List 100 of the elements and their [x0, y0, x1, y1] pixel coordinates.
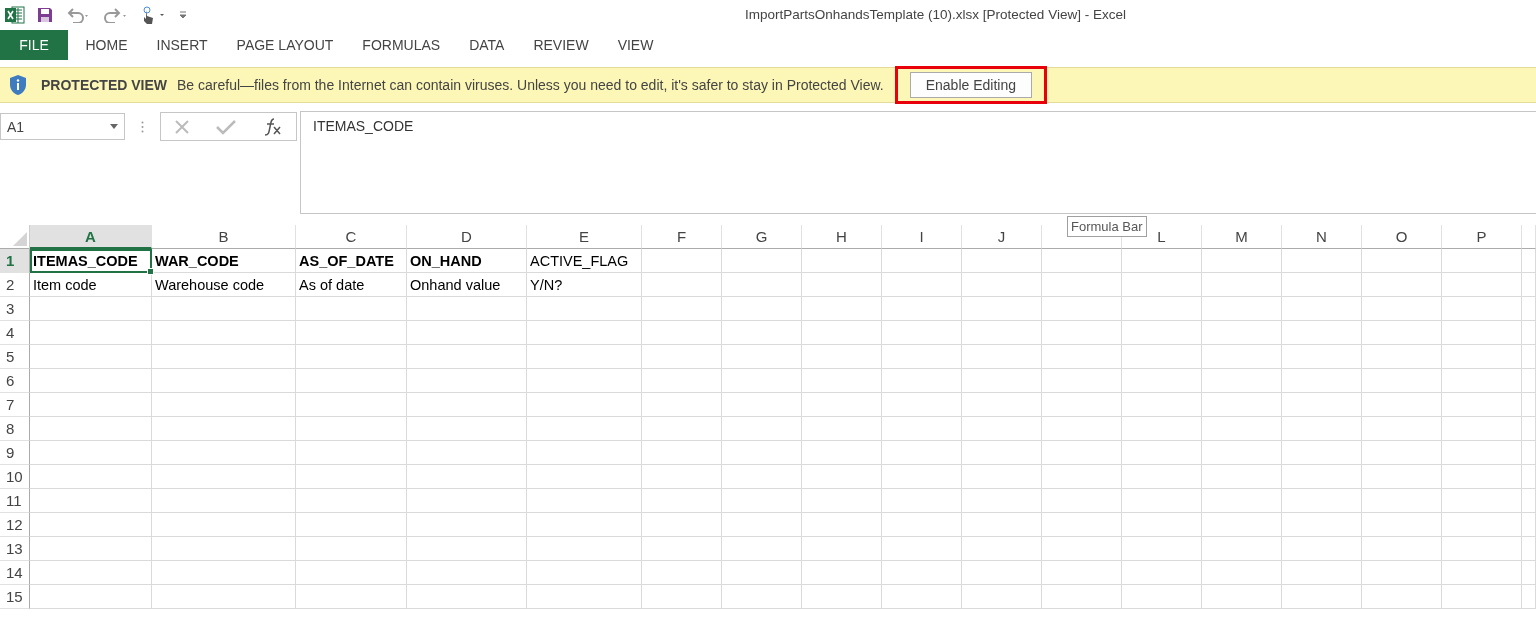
table-cell[interactable] [152, 513, 296, 537]
table-cell[interactable] [30, 561, 152, 585]
row-header[interactable]: 6 [0, 369, 30, 393]
table-cell[interactable] [1122, 417, 1202, 441]
table-cell[interactable] [882, 297, 962, 321]
table-cell[interactable] [802, 345, 882, 369]
table-cell[interactable] [722, 297, 802, 321]
column-header[interactable]: C [296, 225, 407, 249]
table-cell[interactable] [1282, 393, 1362, 417]
table-cell[interactable] [152, 561, 296, 585]
table-cell[interactable] [527, 297, 642, 321]
table-cell[interactable]: ON_HAND [407, 249, 527, 273]
table-cell[interactable] [407, 321, 527, 345]
table-cell[interactable] [1442, 273, 1522, 297]
table-cell[interactable] [802, 537, 882, 561]
table-cell[interactable] [1442, 393, 1522, 417]
table-cell[interactable] [1122, 489, 1202, 513]
table-cell[interactable] [1442, 249, 1522, 273]
table-cell[interactable] [1042, 393, 1122, 417]
table-cell[interactable] [1122, 537, 1202, 561]
undo-icon[interactable] [65, 7, 91, 23]
table-cell[interactable] [1042, 369, 1122, 393]
table-cell[interactable] [802, 273, 882, 297]
table-cell[interactable] [1522, 537, 1536, 561]
table-cell[interactable] [296, 537, 407, 561]
table-cell[interactable] [1282, 537, 1362, 561]
table-cell[interactable] [962, 465, 1042, 489]
table-cell[interactable] [882, 441, 962, 465]
table-cell[interactable] [527, 393, 642, 417]
table-cell[interactable] [407, 393, 527, 417]
table-cell[interactable] [407, 489, 527, 513]
column-header[interactable]: J [962, 225, 1042, 249]
table-cell[interactable] [407, 441, 527, 465]
table-cell[interactable] [30, 345, 152, 369]
table-cell[interactable] [1202, 369, 1282, 393]
table-cell[interactable] [1202, 465, 1282, 489]
table-cell[interactable] [962, 561, 1042, 585]
dropdown-caret-icon[interactable] [110, 124, 118, 129]
table-cell[interactable] [1522, 489, 1536, 513]
table-cell[interactable] [1202, 273, 1282, 297]
table-cell[interactable] [1202, 297, 1282, 321]
table-cell[interactable]: As of date [296, 273, 407, 297]
table-cell[interactable] [1282, 417, 1362, 441]
table-cell[interactable] [296, 489, 407, 513]
table-cell[interactable] [527, 345, 642, 369]
table-cell[interactable] [1442, 537, 1522, 561]
column-header[interactable]: G [722, 225, 802, 249]
table-cell[interactable] [722, 345, 802, 369]
table-cell[interactable] [1522, 321, 1536, 345]
row-header[interactable]: 12 [0, 513, 30, 537]
table-cell[interactable] [527, 561, 642, 585]
table-cell[interactable] [152, 345, 296, 369]
table-cell[interactable] [152, 369, 296, 393]
table-cell[interactable] [1202, 561, 1282, 585]
row-header[interactable]: 2 [0, 273, 30, 297]
table-cell[interactable] [642, 489, 722, 513]
table-cell[interactable] [1362, 393, 1442, 417]
table-cell[interactable] [1362, 369, 1442, 393]
table-cell[interactable] [1362, 249, 1442, 273]
table-cell[interactable] [1282, 441, 1362, 465]
table-cell[interactable] [642, 249, 722, 273]
column-header[interactable]: B [152, 225, 296, 249]
table-cell[interactable] [30, 393, 152, 417]
table-cell[interactable] [527, 321, 642, 345]
table-cell[interactable]: AS_OF_DATE [296, 249, 407, 273]
table-cell[interactable] [1282, 369, 1362, 393]
table-cell[interactable]: ACTIVE_FLAG [527, 249, 642, 273]
table-cell[interactable] [1042, 585, 1122, 609]
table-cell[interactable] [1442, 561, 1522, 585]
table-cell[interactable] [1522, 249, 1536, 273]
table-cell[interactable] [1122, 441, 1202, 465]
table-cell[interactable] [962, 273, 1042, 297]
table-cell[interactable] [152, 537, 296, 561]
table-cell[interactable] [642, 537, 722, 561]
column-header[interactable]: O [1362, 225, 1442, 249]
function-icon[interactable] [262, 117, 283, 136]
cancel-icon[interactable] [174, 118, 191, 135]
table-cell[interactable] [1362, 441, 1442, 465]
table-cell[interactable] [1202, 393, 1282, 417]
table-cell[interactable] [722, 561, 802, 585]
table-cell[interactable] [296, 345, 407, 369]
row-header[interactable]: 14 [0, 561, 30, 585]
table-cell[interactable] [152, 489, 296, 513]
table-cell[interactable] [1042, 513, 1122, 537]
table-cell[interactable] [1522, 273, 1536, 297]
table-cell[interactable] [642, 345, 722, 369]
table-cell[interactable] [1042, 249, 1122, 273]
table-cell[interactable] [642, 321, 722, 345]
table-cell[interactable] [642, 297, 722, 321]
table-cell[interactable] [30, 369, 152, 393]
row-header[interactable]: 8 [0, 417, 30, 441]
table-cell[interactable] [882, 585, 962, 609]
table-cell[interactable] [152, 417, 296, 441]
table-cell[interactable] [1522, 585, 1536, 609]
table-cell[interactable] [1042, 561, 1122, 585]
table-cell[interactable] [30, 441, 152, 465]
table-cell[interactable] [642, 561, 722, 585]
table-cell[interactable] [642, 585, 722, 609]
table-cell[interactable] [407, 297, 527, 321]
table-cell[interactable] [1042, 297, 1122, 321]
